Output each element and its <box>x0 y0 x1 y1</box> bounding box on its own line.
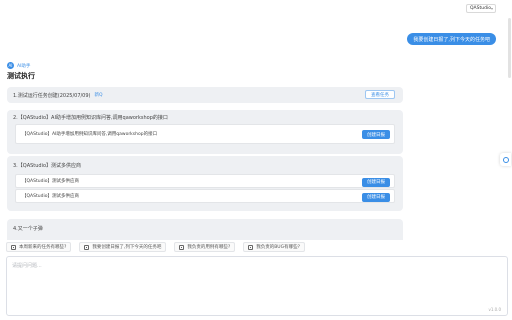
suggestion-chip[interactable]: 本周新来的任务有哪些? <box>6 242 72 252</box>
task-card-title: 4.又一个子弹 <box>13 225 43 232</box>
task-card-title: 1.测试运行任务创建(2025/07/09) <box>13 92 91 99</box>
version-label: v1.0.0 <box>488 307 501 312</box>
task-card: 3.【QAStudio】测试多供应商 【QAStudio】测试多供应商 创建日报… <box>7 156 403 211</box>
task-sub-item-label: 【QAStudio】测试多供应商 <box>22 194 79 199</box>
suggestion-label: 我要创建日报了,列下今天的任务吧 <box>92 245 162 250</box>
suggestion-label: 本周新来的任务有哪些? <box>19 245 67 250</box>
chat-input-box: v1.0.0 <box>6 256 508 316</box>
app-select[interactable]: QAStudio ▾ <box>466 4 496 13</box>
assistant-avatar-icon: AI <box>7 62 14 69</box>
task-card: 4.又一个子弹 <box>7 219 403 240</box>
task-card-title: 3.【QAStudio】测试多供应商 <box>13 162 82 169</box>
task-card: 2.【QAStudio】AI助手增加用例知识库问答,调用qaworkshop的接… <box>7 110 403 154</box>
assistant-name: AI助手 <box>17 63 31 69</box>
task-sub-item: 【QAStudio】测试多供应商 创建日报 <box>15 189 395 203</box>
top-bar: QAStudio ▾ <box>0 0 512 16</box>
message-title: 测试执行 <box>7 72 35 80</box>
app-select-value: QAStudio <box>470 6 491 11</box>
task-card-header: 1.测试运行任务创建(2025/07/09) 新Q <box>7 87 403 103</box>
task-icon <box>11 244 16 250</box>
task-sub-item-label: 【QAStudio】AI助手增加用例知识库问答,调用qaworkshop的接口 <box>22 132 158 137</box>
suggestion-chip[interactable]: 我负责的用例有哪些? <box>174 242 236 252</box>
suggestion-label: 我负责的BUG有哪些? <box>256 245 300 250</box>
task-card-header: 3.【QAStudio】测试多供应商 <box>7 156 403 174</box>
task-card-header: 2.【QAStudio】AI助手增加用例知识库问答,调用qaworkshop的接… <box>7 110 403 124</box>
task-sub-item-label: 【QAStudio】测试多供应商 <box>22 179 79 184</box>
user-message-bubble: 我要创建日报了,列下今天的任务吧 <box>407 33 496 45</box>
testcase-icon <box>179 244 185 250</box>
task-card-title: 2.【QAStudio】AI助手增加用例知识库问答,调用qaworkshop的接… <box>13 114 168 121</box>
suggestion-row: 本周新来的任务有哪些? 我要创建日报了,列下今天的任务吧 我负责的用例有哪些? … <box>6 242 305 252</box>
suggestion-label: 我负责的用例有哪些? <box>187 245 231 250</box>
chat-input[interactable] <box>7 257 507 301</box>
assistant-float-button[interactable] <box>500 153 511 166</box>
assistant-logo-icon <box>502 156 509 163</box>
suggestion-chip[interactable]: 我要创建日报了,列下今天的任务吧 <box>79 242 167 252</box>
task-card-header: 4.又一个子弹 <box>7 219 403 237</box>
create-report-button[interactable]: 创建日报 <box>362 130 390 139</box>
scroll-thumb[interactable] <box>508 18 511 78</box>
bug-icon <box>248 244 254 250</box>
view-task-button[interactable]: 查看任务 <box>365 90 395 99</box>
assistant-header: AI AI助手 <box>7 62 30 69</box>
suggestion-chip[interactable]: 我负责的BUG有哪些? <box>243 242 305 252</box>
task-card: 1.测试运行任务创建(2025/07/09) 新Q 查看任务 <box>7 87 403 103</box>
task-tag[interactable]: 新Q <box>95 92 103 98</box>
chat-scrollbar[interactable] <box>507 16 512 240</box>
chat-area: 我要创建日报了,列下今天的任务吧 AI AI助手 测试执行 1.测试运行任务创建… <box>0 16 504 240</box>
report-icon <box>84 244 90 250</box>
create-report-button[interactable]: 创建日报 <box>362 177 390 187</box>
task-sub-item: 【QAStudio】AI助手增加用例知识库问答,调用qaworkshop的接口 … <box>15 124 395 144</box>
create-report-button[interactable]: 创建日报 <box>362 192 390 202</box>
task-sub-item: 【QAStudio】测试多供应商 创建日报 <box>15 174 395 188</box>
chevron-down-icon: ▾ <box>490 6 493 11</box>
